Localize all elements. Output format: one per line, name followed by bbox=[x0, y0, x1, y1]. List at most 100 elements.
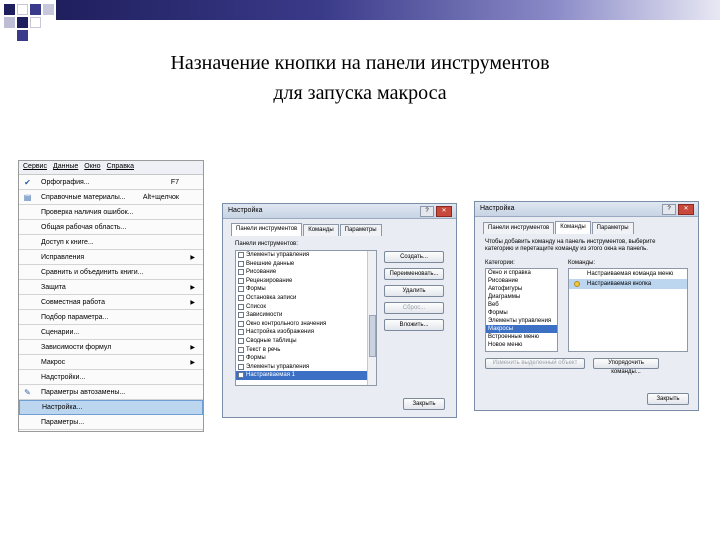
instruction-text: Чтобы добавить команду на панель инструм… bbox=[485, 239, 656, 252]
tab-commands[interactable]: Команды bbox=[303, 224, 339, 236]
menu-item-label: Исправления bbox=[41, 253, 85, 261]
category-item[interactable]: Окно и справка bbox=[486, 269, 557, 277]
categories-listbox[interactable]: Окно и справка Рисование Автофигуры Диаграм… bbox=[485, 268, 558, 352]
menu-item-shortcut: F7 bbox=[170, 178, 179, 186]
menu-item[interactable]: ▤ Справочные материалы... Alt+щелчок bbox=[19, 190, 203, 205]
menu-item[interactable]: Подбор параметра... bbox=[19, 310, 203, 325]
toolbar-list-item[interactable]: ✓ Настраиваемая 1 bbox=[236, 371, 376, 380]
modify-selection-button[interactable]: Изменить выделенный объект bbox=[485, 358, 585, 369]
menu-item-label: Надстройки... bbox=[41, 373, 86, 381]
toolbar-checkbox[interactable] bbox=[238, 269, 244, 276]
category-item[interactable]: Автофигуры bbox=[486, 285, 557, 293]
tab-options[interactable]: Параметры bbox=[339, 224, 382, 236]
toolbar-list-item[interactable]: Остановка записи bbox=[236, 294, 376, 303]
delete-toolbar-button[interactable]: Удалить bbox=[384, 285, 444, 297]
toolbar-list-item[interactable]: Окно контрольного значения bbox=[236, 320, 376, 329]
tab-options[interactable]: Параметры bbox=[591, 222, 634, 234]
close-icon[interactable]: ✕ bbox=[678, 204, 694, 215]
category-item[interactable]: Встроенные меню bbox=[486, 333, 557, 341]
menubar-item[interactable]: Данные bbox=[53, 163, 78, 174]
toolbar-checkbox[interactable] bbox=[238, 303, 244, 310]
menu-item[interactable]: Проверка наличия ошибок... bbox=[19, 205, 203, 220]
toolbar-checkbox[interactable]: ✓ bbox=[238, 372, 244, 379]
toolbar-list-label: Зависимости bbox=[246, 312, 283, 319]
category-item[interactable]: Веб bbox=[486, 301, 557, 309]
rearrange-commands-button[interactable]: Упорядочить команды... bbox=[593, 358, 659, 375]
toolbar-checkbox[interactable] bbox=[238, 320, 244, 327]
toolbar-checkbox[interactable] bbox=[238, 355, 244, 362]
toolbar-list-item[interactable]: Элементы управления bbox=[236, 251, 376, 260]
close-icon[interactable]: ✕ bbox=[436, 206, 452, 217]
toolbar-list-item[interactable]: Внешние данные bbox=[236, 260, 376, 269]
toolbar-checkbox[interactable] bbox=[238, 363, 244, 370]
menu-item[interactable]: Надстройки... bbox=[19, 370, 203, 385]
toolbar-list-item[interactable]: Настройка изображения bbox=[236, 328, 376, 337]
menu-item-label: Сравнить и объединить книги... bbox=[41, 268, 144, 276]
command-item[interactable]: Настраиваемая команда меню bbox=[569, 269, 687, 279]
menu-item[interactable]: Зависимости формул ▶ bbox=[19, 340, 203, 355]
toolbar-list-item[interactable]: Формы bbox=[236, 354, 376, 363]
menubar-item[interactable]: Окно bbox=[84, 163, 100, 174]
toolbar-checkbox[interactable] bbox=[238, 329, 244, 336]
menu-item[interactable]: Настройка... bbox=[19, 400, 203, 415]
new-toolbar-button[interactable]: Создать... bbox=[384, 251, 444, 263]
help-icon[interactable]: ? bbox=[420, 206, 434, 217]
tab-toolbars[interactable]: Панели инструментов bbox=[483, 222, 555, 234]
toolbar-list-item[interactable]: Элементы управления bbox=[236, 363, 376, 372]
menu-item[interactable]: Совместная работа ▶ bbox=[19, 295, 203, 310]
tab-commands[interactable]: Команды bbox=[555, 221, 591, 234]
submenu-arrow-icon: ▶ bbox=[190, 284, 195, 291]
toolbar-checkbox[interactable] bbox=[238, 260, 244, 267]
toolbar-list-item[interactable]: Сводные таблицы bbox=[236, 337, 376, 346]
menu-item-label: Справочные материалы... bbox=[41, 193, 126, 201]
menu-item[interactable]: ✎ Параметры автозамены... bbox=[19, 385, 203, 400]
toolbar-checkbox[interactable] bbox=[238, 312, 244, 319]
toolbar-checkbox[interactable] bbox=[238, 286, 244, 293]
toolbar-checkbox[interactable] bbox=[238, 277, 244, 284]
close-button[interactable]: Закрыть bbox=[647, 393, 689, 405]
category-item[interactable]: Диаграммы bbox=[486, 293, 557, 301]
menu-bar: Сервис Данные Окно Справка bbox=[19, 161, 203, 175]
category-item[interactable]: Новое меню bbox=[486, 341, 557, 349]
close-button[interactable]: Закрыть bbox=[403, 398, 445, 410]
toolbar-list-item[interactable]: Список bbox=[236, 303, 376, 312]
menu-item[interactable]: Сравнить и объединить книги... bbox=[19, 265, 203, 280]
rename-toolbar-button[interactable]: Переименовать... bbox=[384, 268, 444, 280]
attach-toolbar-button[interactable]: Вложить... bbox=[384, 319, 444, 331]
dialog-title: Настройка bbox=[228, 207, 263, 214]
toolbar-list-item[interactable]: Рисование bbox=[236, 268, 376, 277]
toolbar-checkbox[interactable] bbox=[238, 346, 244, 353]
toolbar-list-item[interactable]: Текст в речь bbox=[236, 346, 376, 355]
scrollbar-thumb[interactable] bbox=[369, 315, 376, 357]
category-item[interactable]: Макросы bbox=[486, 325, 557, 333]
menu-item[interactable]: Доступ к книге... bbox=[19, 235, 203, 250]
command-item[interactable]: Настраиваемая кнопка bbox=[569, 279, 687, 289]
menu-item[interactable]: ✔ Орфография... F7 bbox=[19, 175, 203, 190]
toolbar-list-item[interactable]: Рецензирование bbox=[236, 277, 376, 286]
toolbar-checkbox[interactable] bbox=[238, 252, 244, 258]
toolbar-list-label: Элементы управления bbox=[246, 363, 310, 370]
menu-item[interactable]: Общая рабочая область... bbox=[19, 220, 203, 235]
slide-title: Назначение кнопки на панели инструментов… bbox=[0, 48, 720, 108]
category-item[interactable]: Рисование bbox=[486, 277, 557, 285]
menubar-item[interactable]: Сервис bbox=[23, 163, 47, 174]
menu-item[interactable]: Макрос ▶ bbox=[19, 355, 203, 370]
toolbar-checkbox[interactable] bbox=[238, 337, 244, 344]
listbox-scrollbar[interactable] bbox=[367, 251, 376, 385]
menu-item[interactable]: Сценарии... bbox=[19, 325, 203, 340]
toolbar-checkbox[interactable] bbox=[238, 294, 244, 301]
menubar-item[interactable]: Справка bbox=[107, 163, 134, 174]
reset-toolbar-button[interactable]: Сброс... bbox=[384, 302, 444, 314]
tab-toolbars[interactable]: Панели инструментов bbox=[231, 223, 303, 236]
category-item[interactable]: Элементы управления bbox=[486, 317, 557, 325]
category-item[interactable]: Формы bbox=[486, 309, 557, 317]
toolbar-list-item[interactable]: Зависимости bbox=[236, 311, 376, 320]
menu-item[interactable]: Параметры... bbox=[19, 415, 203, 430]
help-icon[interactable]: ? bbox=[662, 204, 676, 215]
menu-item[interactable]: Исправления ▶ bbox=[19, 250, 203, 265]
commands-listbox[interactable]: Настраиваемая команда меню Настраиваемая … bbox=[568, 268, 688, 352]
toolbar-list-label: Рецензирование bbox=[246, 277, 293, 284]
toolbars-listbox[interactable]: Элементы управления Внешние данные Рисован… bbox=[235, 250, 377, 386]
toolbar-list-item[interactable]: Формы bbox=[236, 285, 376, 294]
menu-item[interactable]: Защита ▶ bbox=[19, 280, 203, 295]
